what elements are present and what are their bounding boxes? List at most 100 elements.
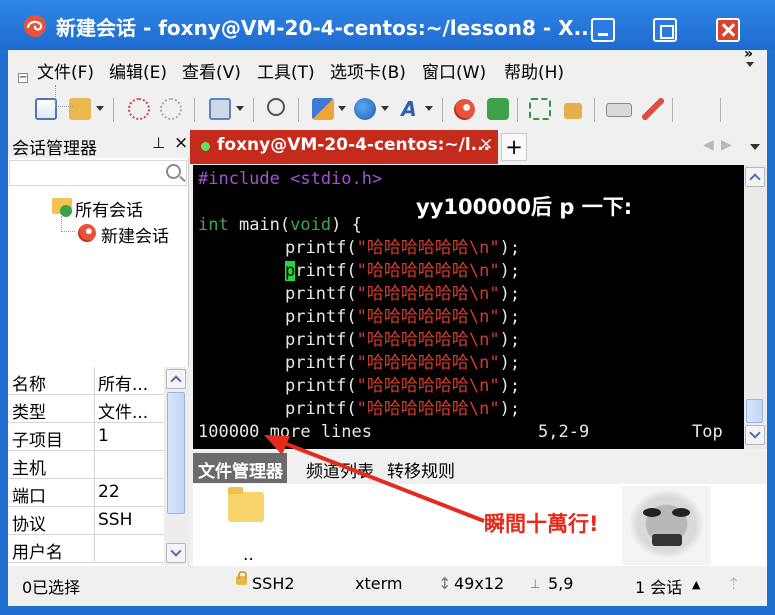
title-bar[interactable]: 新建会话 - foxny@VM-20-4-centos:~/lesson8 - … <box>0 0 775 50</box>
session-search-input[interactable] <box>9 160 187 186</box>
find-icon[interactable] <box>267 98 285 116</box>
toolbar-separator <box>517 98 518 122</box>
globe-dropdown-icon[interactable] <box>381 106 389 111</box>
parent-directory-item[interactable]: .. <box>243 545 254 565</box>
cursor-position-icon: ⊥ <box>530 577 541 591</box>
text-cursor: p <box>285 261 296 281</box>
tree-item-all-sessions[interactable]: 所有会话 <box>75 196 143 221</box>
scroll-down-icon[interactable] <box>166 543 186 563</box>
status-cursor-position: 5,9 <box>548 574 574 593</box>
resize-icon: ↕ <box>438 574 452 593</box>
menu-view[interactable]: 查看(V) <box>182 58 241 83</box>
tab-session-label[interactable]: foxny@VM-20-4-centos:~/l... <box>217 135 490 155</box>
prop-key: 主机 <box>12 459 46 479</box>
tab-list-dropdown-icon[interactable] <box>750 144 760 150</box>
prop-value: SSH <box>98 510 133 530</box>
menu-window[interactable]: 窗口(W) <box>422 58 486 83</box>
close-window-button[interactable] <box>716 18 740 42</box>
prop-key: 子项目 <box>12 431 63 451</box>
xshell-icon[interactable] <box>454 99 475 120</box>
scroll-up-icon[interactable] <box>745 167 765 187</box>
toolbar-separator <box>194 98 195 122</box>
scroll-top-icon[interactable]: ⇡ <box>727 574 740 593</box>
prop-row: 协议 SSH <box>8 507 164 535</box>
prop-row: 子项目 1 <box>8 423 164 451</box>
globe-icon[interactable] <box>354 98 376 120</box>
transfer-icon[interactable] <box>312 98 334 120</box>
connected-indicator-icon <box>201 142 210 151</box>
lock-toolbar-icon[interactable] <box>564 103 582 119</box>
scroll-thumb[interactable] <box>167 392 185 514</box>
toolbar: A <box>8 90 767 124</box>
menu-file[interactable]: 文件(F) <box>37 58 94 83</box>
vim-status-position: 5,2-9 <box>538 422 590 442</box>
keyboard-icon[interactable] <box>606 103 632 117</box>
close-pane-icon[interactable]: × <box>174 133 188 153</box>
properties-scrollbar[interactable] <box>164 367 189 565</box>
prop-key: 用户名 <box>12 543 63 563</box>
toolbar-overflow-icon[interactable]: » <box>744 46 754 67</box>
scroll-down-icon[interactable] <box>745 425 765 445</box>
prop-row: 主机 <box>8 451 164 479</box>
font-icon[interactable]: A <box>398 98 420 120</box>
minimize-button[interactable] <box>591 18 615 42</box>
transfer-dropdown-icon[interactable] <box>338 106 346 111</box>
properties-icon[interactable] <box>209 98 231 120</box>
scroll-up-icon[interactable] <box>166 369 186 389</box>
prop-value: 22 <box>98 482 120 502</box>
menu-help[interactable]: 帮助(H) <box>504 58 564 83</box>
tree-connector <box>55 85 73 107</box>
open-dropdown-icon[interactable] <box>96 106 104 111</box>
toolbar-separator <box>442 98 443 122</box>
menu-tabs[interactable]: 选项卡(B) <box>330 58 406 83</box>
status-bar: 0已选择 SSH2 xterm ↕ 49x12 ⊥ 5,9 1 会话 ▲ ⇡ <box>8 568 767 600</box>
highlight-icon[interactable] <box>642 98 664 120</box>
tab-close-icon[interactable]: × <box>479 134 493 154</box>
session-icon <box>78 224 96 242</box>
prop-value: 1 <box>98 426 109 446</box>
toolbar-separator <box>594 98 595 122</box>
prop-value: 所有... <box>98 375 149 395</box>
app-window: 新建会话 - foxny@VM-20-4-centos:~/lesson8 - … <box>0 0 775 615</box>
fullscreen-icon[interactable] <box>529 98 551 120</box>
terminal-scrollbar[interactable] <box>744 165 767 449</box>
toolbar-separator <box>720 98 721 122</box>
status-sessions[interactable]: 1 会话 <box>635 574 682 598</box>
prop-key: 名称 <box>12 375 46 395</box>
status-size: 49x12 <box>454 574 505 593</box>
prop-key: 端口 <box>12 487 46 507</box>
maximize-button[interactable] <box>653 18 677 42</box>
properties-dropdown-icon[interactable] <box>236 106 244 111</box>
tab-next-icon[interactable]: ▶ <box>721 137 732 153</box>
folder-icon[interactable] <box>228 487 264 522</box>
prop-row: 名称 所有... <box>8 367 164 395</box>
tab-prev-icon[interactable]: ◀ <box>703 137 714 153</box>
prop-row: 类型 文件... <box>8 395 164 423</box>
pin-icon[interactable]: ⊥ <box>152 134 165 152</box>
meme-face-image <box>622 486 711 565</box>
prop-value: 文件... <box>98 403 149 423</box>
new-session-icon[interactable] <box>35 98 57 120</box>
menu-edit[interactable]: 编辑(E) <box>109 58 167 83</box>
printf-line: printf("哈哈哈哈哈哈\n"); <box>285 353 521 373</box>
search-icon[interactable] <box>166 164 181 179</box>
scroll-thumb[interactable] <box>746 399 763 423</box>
reconnect-icon[interactable] <box>128 98 150 120</box>
annotation-arrow <box>264 435 485 523</box>
status-selection: 0已选择 <box>22 578 81 597</box>
tree-connector <box>61 216 75 232</box>
xftp-icon[interactable] <box>487 98 509 120</box>
status-terminal-type: xterm <box>355 574 403 593</box>
new-tab-button[interactable]: + <box>501 133 527 161</box>
toolbar-separator <box>298 98 299 122</box>
disconnect-icon[interactable] <box>160 98 182 120</box>
overlay-caption: yy100000后 p 一下: <box>416 195 633 219</box>
sessions-up-icon[interactable]: ▲ <box>692 578 700 591</box>
tree-item-new-session[interactable]: 新建会话 <box>101 222 169 247</box>
menu-bar: 文件(F) 编辑(E) 查看(V) 工具(T) 选项卡(B) 窗口(W) 帮助(… <box>8 58 767 84</box>
annotation-text: 瞬間十萬行! <box>484 512 599 536</box>
menu-tools[interactable]: 工具(T) <box>257 58 315 83</box>
font-dropdown-icon[interactable] <box>425 106 433 111</box>
toolbar-separator <box>253 98 254 122</box>
tree-collapse-icon[interactable]: − <box>18 73 28 83</box>
